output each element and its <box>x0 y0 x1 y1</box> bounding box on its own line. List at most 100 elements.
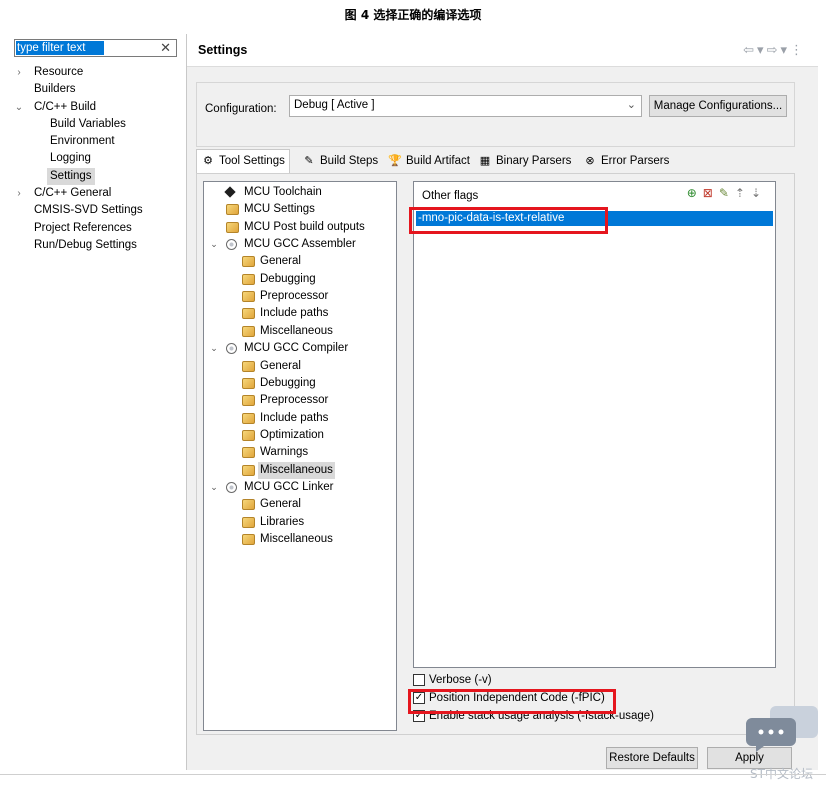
tab-label: Error Parsers <box>601 155 670 167</box>
nav-item-label: Run/Debug Settings <box>34 238 137 251</box>
settings-icon <box>242 534 255 545</box>
edit-flag-icon[interactable]: ✎ <box>719 186 735 200</box>
nav-item[interactable]: Project References <box>8 220 186 237</box>
tree-item[interactable]: Debugging <box>204 375 396 392</box>
configuration-select[interactable]: Debug [ Active ] ⌄ <box>289 95 642 117</box>
chevron-right-icon[interactable]: › <box>14 64 24 81</box>
tab-build-artifact[interactable]: 🏆 Build Artifact <box>386 150 470 173</box>
tree-item[interactable]: Libraries <box>204 514 396 531</box>
page-title: Settings <box>198 43 248 57</box>
flag-toolbar: ⊕⊠✎⇡⇣ <box>687 186 767 200</box>
nav-tree: › Resource Builders ⌄ C/C++ Build Build Varia… <box>8 64 186 254</box>
chevron-down-icon[interactable]: ⌄ <box>14 99 24 116</box>
tab-build-steps[interactable]: ✎ Build Steps <box>300 150 378 173</box>
filter-input[interactable] <box>16 41 104 55</box>
nav-item[interactable]: › C/C++ General <box>8 185 186 202</box>
back-menu-icon[interactable]: ▾ <box>757 42 767 57</box>
tree-item[interactable]: ⌄ MCU GCC Linker <box>204 479 396 496</box>
nav-item[interactable]: Builders <box>8 81 186 98</box>
back-arrow-icon[interactable]: ⇦ <box>743 42 757 57</box>
settings-header: Settings ⇦▾⇨▾⋮ <box>187 34 818 67</box>
move-up-icon[interactable]: ⇡ <box>735 186 751 200</box>
tree-item[interactable]: General <box>204 496 396 513</box>
manage-configurations-button[interactable]: Manage Configurations... <box>649 95 787 117</box>
tree-item[interactable]: MCU Settings <box>204 201 396 218</box>
nav-item-label: Resource <box>34 66 84 78</box>
chevron-down-icon[interactable]: ⌄ <box>209 340 219 357</box>
checkbox-checked-icon[interactable]: ✓ <box>413 710 425 722</box>
add-flag-icon[interactable]: ⊕ <box>687 186 703 200</box>
bottom-divider <box>0 774 826 775</box>
tab-binary-parsers[interactable]: ▦ Binary Parsers <box>476 150 572 173</box>
delete-flag-icon[interactable]: ⊠ <box>703 186 719 200</box>
tab-label: Build Artifact <box>406 155 470 167</box>
nav-item[interactable]: CMSIS-SVD Settings <box>8 202 186 219</box>
tree-item[interactable]: Preprocessor <box>204 392 396 409</box>
properties-nav-pane: ✕ › Resource Builders ⌄ C/C++ Build Build Var… <box>8 34 186 770</box>
tree-item[interactable]: General <box>204 358 396 375</box>
settings-icon <box>242 360 255 372</box>
tree-item[interactable]: ⌄ MCU GCC Assembler <box>204 236 396 253</box>
checkbox-label: Position Independent Code (-fPIC) <box>429 692 605 704</box>
clear-filter-icon[interactable]: ✕ <box>160 40 171 56</box>
settings-icon <box>242 377 255 389</box>
flag-list-item[interactable]: -mno-pic-data-is-text-relative <box>416 211 773 226</box>
move-down-icon[interactable]: ⇣ <box>751 186 767 200</box>
tree-item[interactable]: MCU Post build outputs <box>204 219 396 236</box>
other-flags-panel: Other flags ⊕⊠✎⇡⇣ -mno-pic-data-is-text-… <box>413 181 776 668</box>
chevron-right-icon[interactable]: › <box>14 185 24 202</box>
tab-label: Binary Parsers <box>496 155 572 167</box>
build-artifact-icon: 🏆 <box>388 155 402 167</box>
checkbox-unchecked-icon[interactable] <box>413 674 425 686</box>
tool-icon <box>226 481 237 493</box>
settings-icon <box>242 291 255 303</box>
tool-icon <box>226 239 237 251</box>
tree-item[interactable]: Miscellaneous <box>204 531 396 548</box>
nav-item[interactable]: › Resource <box>8 64 186 81</box>
settings-icon <box>226 221 239 233</box>
binary-parsers-icon: ▦ <box>479 155 491 167</box>
view-menu-icon[interactable]: ⋮ <box>790 42 806 57</box>
settings-icon <box>242 499 255 511</box>
tree-item-label: Miscellaneous <box>260 324 333 337</box>
nav-item[interactable]: Run/Debug Settings <box>8 237 186 254</box>
nav-item[interactable]: Settings <box>8 167 186 186</box>
nav-item[interactable]: Build Variables <box>8 116 186 133</box>
tab-tool-settings[interactable]: ⚙ Tool Settings <box>196 149 290 173</box>
forward-menu-icon[interactable]: ▾ <box>780 42 790 57</box>
configuration-value: Debug [ Active ] <box>294 99 375 111</box>
tree-item[interactable]: Miscellaneous <box>204 461 396 479</box>
tree-item[interactable]: Preprocessor <box>204 288 396 305</box>
nav-item-label: C/C++ Build <box>34 100 97 113</box>
tab-error-parsers[interactable]: ⊗ Error Parsers <box>581 150 669 173</box>
forward-arrow-icon[interactable]: ⇨ <box>767 42 781 57</box>
checkbox-label: Verbose (-v) <box>429 674 492 686</box>
chip-icon <box>224 186 236 198</box>
nav-item[interactable]: Environment <box>8 133 186 150</box>
chevron-down-icon[interactable]: ⌄ <box>209 479 219 496</box>
tree-item[interactable]: Warnings <box>204 444 396 461</box>
nav-item[interactable]: Logging <box>8 150 186 167</box>
nav-item-label: C/C++ General <box>34 187 112 200</box>
tree-item[interactable]: ⌄ MCU GCC Compiler <box>204 340 396 357</box>
chevron-down-icon: ⌄ <box>626 99 636 111</box>
tree-item[interactable]: Include paths <box>204 305 396 322</box>
tree-item-label: MCU GCC Linker <box>244 480 334 493</box>
filter-field[interactable]: ✕ <box>14 39 177 57</box>
tree-item[interactable]: Optimization <box>204 427 396 444</box>
settings-icon <box>242 464 255 476</box>
tree-item[interactable]: MCU Toolchain <box>204 184 396 201</box>
tree-item[interactable]: General <box>204 253 396 270</box>
tree-item-label: Optimization <box>260 428 324 441</box>
nav-item-label: Project References <box>34 221 132 234</box>
restore-defaults-button[interactable]: Restore Defaults <box>606 747 698 769</box>
nav-item[interactable]: ⌄ C/C++ Build <box>8 99 186 116</box>
chevron-down-icon[interactable]: ⌄ <box>209 236 219 253</box>
checkbox-checked-icon[interactable]: ✓ <box>413 692 425 704</box>
tree-item[interactable]: Include paths <box>204 410 396 427</box>
settings-icon <box>242 429 255 441</box>
tree-item[interactable]: Miscellaneous <box>204 323 396 340</box>
history-nav[interactable]: ⇦▾⇨▾⋮ <box>743 42 806 58</box>
settings-icon <box>242 447 255 459</box>
tree-item[interactable]: Debugging <box>204 271 396 288</box>
